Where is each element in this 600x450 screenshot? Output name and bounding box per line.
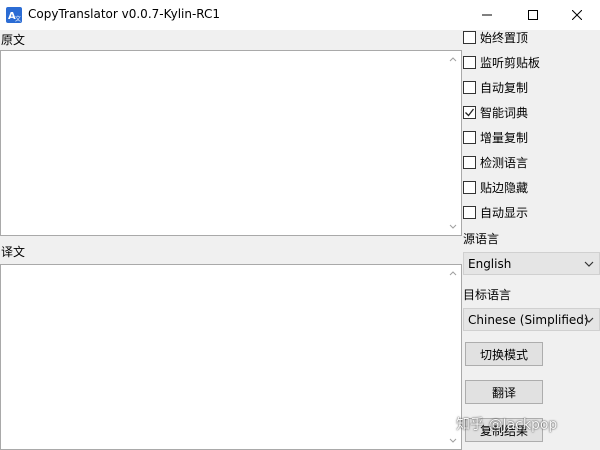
switch-mode-button[interactable]: 切换模式 <box>465 342 543 366</box>
target-language-label: 目标语言 <box>463 288 512 302</box>
scroll-up-button[interactable] <box>445 51 461 67</box>
title-bar[interactable]: A 文 CopyTranslator v0.0.7-Kylin-RC1 <box>0 0 600 30</box>
maximize-icon <box>528 10 538 20</box>
chevron-down-icon <box>449 224 457 229</box>
source-label: 原文 <box>1 33 26 47</box>
minimize-icon <box>482 14 492 16</box>
source-language-value: English <box>468 256 512 271</box>
source-language-label: 源语言 <box>463 232 500 246</box>
target-textbox[interactable] <box>0 264 462 450</box>
svg-text:文: 文 <box>15 15 21 23</box>
chevron-down-icon <box>584 261 594 267</box>
target-scrollbar[interactable] <box>445 265 461 449</box>
option-auto-copy[interactable]: 自动复制 <box>463 78 528 96</box>
chevron-down-icon <box>584 317 594 323</box>
option-incremental-copy[interactable]: 增量复制 <box>463 128 528 146</box>
source-textbox[interactable] <box>0 50 462 236</box>
checkbox[interactable] <box>463 155 476 169</box>
translate-app-icon: A 文 <box>6 7 22 23</box>
target-text-output[interactable] <box>1 265 445 449</box>
checkbox[interactable] <box>463 105 476 119</box>
close-icon <box>572 10 582 20</box>
source-text-input[interactable] <box>1 51 445 235</box>
checkbox[interactable] <box>463 30 476 44</box>
checkbox[interactable] <box>463 80 476 94</box>
scroll-up-button[interactable] <box>445 265 461 281</box>
option-detect-language[interactable]: 检测语言 <box>463 153 528 171</box>
copy-result-button[interactable]: 复制结果 <box>465 418 543 442</box>
chevron-up-icon <box>449 57 457 62</box>
scroll-down-button[interactable] <box>445 433 461 449</box>
option-smart-dictionary[interactable]: 智能词典 <box>463 103 528 121</box>
translate-button[interactable]: 翻译 <box>465 380 543 404</box>
checkbox[interactable] <box>463 55 476 69</box>
checkbox[interactable] <box>463 205 476 219</box>
maximize-button[interactable] <box>510 0 556 30</box>
checkmark-icon <box>465 108 475 116</box>
chevron-down-icon <box>449 438 457 443</box>
target-language-select[interactable]: Chinese (Simplified) <box>463 308 600 331</box>
option-auto-show[interactable]: 自动显示 <box>463 203 528 221</box>
checkbox[interactable] <box>463 180 476 194</box>
option-listen-clipboard[interactable]: 监听剪贴板 <box>463 53 540 71</box>
option-always-on-top[interactable]: 始终置顶 <box>463 28 528 46</box>
chevron-up-icon <box>449 271 457 276</box>
minimize-button[interactable] <box>464 0 510 30</box>
window-title: CopyTranslator v0.0.7-Kylin-RC1 <box>28 7 221 21</box>
target-language-value: Chinese (Simplified) <box>468 312 589 327</box>
scroll-down-button[interactable] <box>445 219 461 235</box>
source-scrollbar[interactable] <box>445 51 461 235</box>
target-label: 译文 <box>1 245 26 259</box>
source-language-select[interactable]: English <box>463 252 600 275</box>
option-edge-hide[interactable]: 贴边隐藏 <box>463 178 528 196</box>
checkbox[interactable] <box>463 130 476 144</box>
app-window: A 文 CopyTranslator v0.0.7-Kylin-RC1 原文 译… <box>0 0 600 450</box>
close-button[interactable] <box>554 0 600 30</box>
